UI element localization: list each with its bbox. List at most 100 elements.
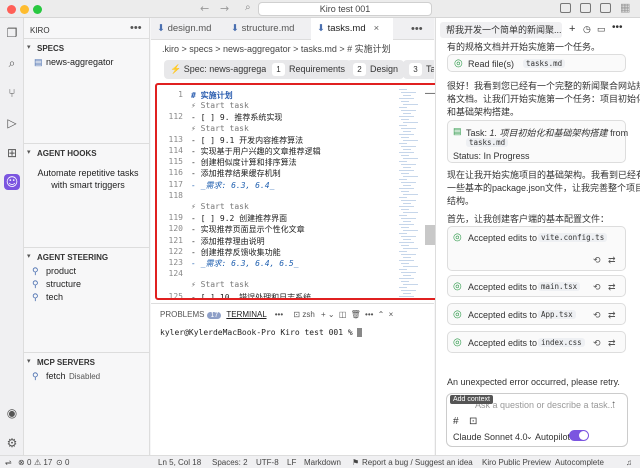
revert-icon[interactable]: ⟲ bbox=[593, 255, 601, 266]
toggle-sidebar-icon[interactable] bbox=[560, 3, 571, 13]
maximize-window-button[interactable] bbox=[33, 5, 42, 14]
accepted-edit-card[interactable]: ◎ Accepted edits to vite.config.ts ⟲ ⇄ bbox=[447, 226, 626, 271]
spec-step-tasks[interactable]: 3 Ta bbox=[403, 60, 434, 79]
trash-icon[interactable]: 🗑 bbox=[351, 310, 361, 319]
chat-tab[interactable]: 帮我开发一个简单的新闻聚... bbox=[440, 22, 562, 38]
warnings-indicator[interactable]: ⚠ 17 bbox=[34, 458, 52, 467]
cursor-position[interactable]: Ln 5, Col 18 bbox=[158, 458, 201, 467]
file-chip[interactable]: App.tsx bbox=[538, 310, 576, 319]
eol[interactable]: LF bbox=[287, 458, 296, 467]
diff-icon[interactable]: ⇄ bbox=[608, 338, 616, 349]
more-actions-icon[interactable]: ••• bbox=[612, 22, 623, 33]
account-icon[interactable]: ◉ bbox=[5, 406, 19, 420]
history-icon[interactable]: ◷ bbox=[583, 24, 591, 35]
spec-step-requirements[interactable]: 1 Requirements bbox=[266, 60, 352, 79]
diff-icon[interactable]: ⇄ bbox=[608, 282, 616, 293]
chevron-down-icon[interactable]: ▾ bbox=[27, 357, 31, 365]
new-terminal-icon[interactable]: + bbox=[321, 310, 326, 319]
agent-steering-header[interactable]: AGENT STEERING bbox=[37, 253, 108, 262]
accepted-edit-card[interactable]: ◎ Accepted edits to main.tsx ⟲ ⇄ bbox=[447, 275, 626, 297]
steering-item-tech[interactable]: tech bbox=[46, 292, 63, 302]
remote-icon[interactable]: ⇌ bbox=[5, 458, 12, 467]
mcp-servers-header[interactable]: MCP SERVERS bbox=[37, 358, 95, 367]
send-arrow-icon[interactable]: ↑ bbox=[611, 399, 616, 410]
code-editor[interactable]: 1 # 实施计划 ⚡ Start task 112- [ ] 9. 推荐系统实现 ⚡ S… bbox=[155, 83, 439, 300]
file-chip[interactable]: tasks.md bbox=[523, 59, 566, 68]
kiro-ghost-icon[interactable]: ☺ bbox=[4, 174, 20, 190]
language-mode[interactable]: Markdown bbox=[304, 458, 341, 467]
search-icon[interactable]: ⌕ bbox=[5, 56, 19, 70]
more-actions-icon[interactable]: ••• bbox=[365, 310, 373, 319]
chevron-down-icon[interactable]: ⌄ bbox=[526, 432, 533, 441]
accepted-edit-card[interactable]: ◎ Accepted edits to App.tsx ⟲ ⇄ bbox=[447, 303, 626, 325]
tab-structure-md[interactable]: ⬇ structure.md bbox=[225, 18, 311, 40]
chevron-up-icon[interactable]: ⌃ bbox=[378, 310, 385, 319]
minimap[interactable] bbox=[397, 85, 425, 298]
agent-hooks-header[interactable]: AGENT HOOKS bbox=[37, 149, 97, 158]
bell-icon[interactable]: ⚑ bbox=[352, 458, 359, 467]
shell-name[interactable]: zsh bbox=[302, 310, 314, 319]
close-tab-icon[interactable]: × bbox=[374, 23, 380, 34]
run-debug-icon[interactable]: ▷ bbox=[5, 116, 19, 130]
close-icon[interactable]: × bbox=[389, 310, 394, 319]
revert-icon[interactable]: ⟲ bbox=[593, 310, 601, 321]
tab-terminal[interactable]: TERMINAL bbox=[226, 310, 266, 319]
diff-icon[interactable]: ⇄ bbox=[608, 255, 616, 266]
diff-icon[interactable]: ⇄ bbox=[608, 310, 616, 321]
start-task-codelens[interactable]: ⚡ Start task bbox=[191, 202, 249, 211]
chevron-down-icon[interactable]: ⌄ bbox=[328, 310, 335, 319]
chevron-down-icon[interactable]: ▾ bbox=[27, 148, 31, 156]
encoding[interactable]: UTF-8 bbox=[256, 458, 279, 467]
more-actions-icon[interactable]: ••• bbox=[405, 18, 431, 40]
accepted-edit-card[interactable]: ◎ Accepted edits to index.css ⟲ ⇄ bbox=[447, 331, 626, 353]
read-file-card[interactable]: ◎ Read file(s) tasks.md bbox=[447, 54, 626, 72]
minimize-window-button[interactable] bbox=[20, 5, 29, 14]
model-select[interactable]: Claude Sonnet 4.0 bbox=[453, 432, 528, 442]
file-chip[interactable]: index.css bbox=[538, 338, 585, 347]
terminal-output[interactable]: kyler@KylerdeMacBook-Pro Kiro test 001 % bbox=[160, 328, 363, 337]
extensions-icon[interactable]: ⊞ bbox=[5, 146, 19, 160]
steering-item-structure[interactable]: structure bbox=[46, 279, 81, 289]
editor-scrollbar[interactable] bbox=[425, 225, 435, 245]
file-chip[interactable]: tasks.md bbox=[466, 138, 509, 147]
specs-header[interactable]: SPECS bbox=[37, 44, 64, 53]
back-arrow-icon[interactable]: ← bbox=[200, 2, 209, 15]
spec-step-design[interactable]: 2 Design bbox=[347, 60, 405, 79]
forward-arrow-icon[interactable]: → bbox=[220, 2, 229, 15]
task-card[interactable]: ▤ Task: 1. 项目初始化和基础架构搭建 from tasks.md St… bbox=[447, 120, 628, 163]
more-actions-icon[interactable]: ••• bbox=[275, 310, 283, 319]
errors-indicator[interactable]: ⊗ 0 bbox=[18, 458, 31, 467]
explorer-icon[interactable]: ❐ bbox=[5, 26, 19, 40]
start-task-codelens[interactable]: ⚡ Start task bbox=[191, 101, 249, 110]
notifications-icon[interactable]: ♫ bbox=[626, 458, 632, 467]
chevron-down-icon[interactable]: ▾ bbox=[27, 252, 31, 260]
toggle-chat-icon[interactable] bbox=[600, 3, 611, 13]
ports-indicator[interactable]: ⊙ 0 bbox=[56, 458, 69, 467]
autopilot-toggle[interactable] bbox=[569, 430, 589, 441]
breadcrumb[interactable]: .kiro > specs > news-aggregator > tasks.… bbox=[162, 42, 391, 55]
report-bug-link[interactable]: Report a bug / Suggest an idea bbox=[362, 458, 473, 467]
tab-design-md[interactable]: ⬇ design.md bbox=[151, 18, 225, 40]
chevron-down-icon[interactable]: ▾ bbox=[27, 43, 31, 51]
command-center-title[interactable]: Kiro test 001 bbox=[258, 2, 432, 16]
autocomplete-toggle[interactable]: Autocomplete bbox=[555, 458, 604, 467]
spec-item-news-aggregator[interactable]: news-aggregator bbox=[46, 57, 114, 67]
layout-icon[interactable]: ▭ bbox=[597, 24, 606, 35]
mcp-server-fetch[interactable]: fetch bbox=[46, 371, 66, 381]
hash-context-icon[interactable]: # bbox=[453, 416, 459, 427]
file-chip[interactable]: main.tsx bbox=[538, 282, 581, 291]
toggle-panel-icon[interactable] bbox=[580, 3, 591, 13]
revert-icon[interactable]: ⟲ bbox=[593, 338, 601, 349]
tab-problems[interactable]: PROBLEMS bbox=[160, 310, 204, 319]
split-terminal-icon[interactable]: ◫ bbox=[339, 310, 347, 319]
start-task-codelens[interactable]: ⚡ Start task bbox=[191, 280, 249, 289]
source-control-icon[interactable]: ⑂ bbox=[5, 86, 19, 100]
indentation[interactable]: Spaces: 2 bbox=[212, 458, 248, 467]
tab-tasks-md[interactable]: ⬇ tasks.md × bbox=[311, 18, 393, 40]
image-icon[interactable]: ⊡ bbox=[469, 416, 477, 427]
settings-gear-icon[interactable]: ⚙ bbox=[5, 436, 19, 450]
steering-item-product[interactable]: product bbox=[46, 266, 76, 276]
close-window-button[interactable] bbox=[7, 5, 16, 14]
revert-icon[interactable]: ⟲ bbox=[593, 282, 601, 293]
start-task-codelens[interactable]: ⚡ Start task bbox=[191, 124, 249, 133]
